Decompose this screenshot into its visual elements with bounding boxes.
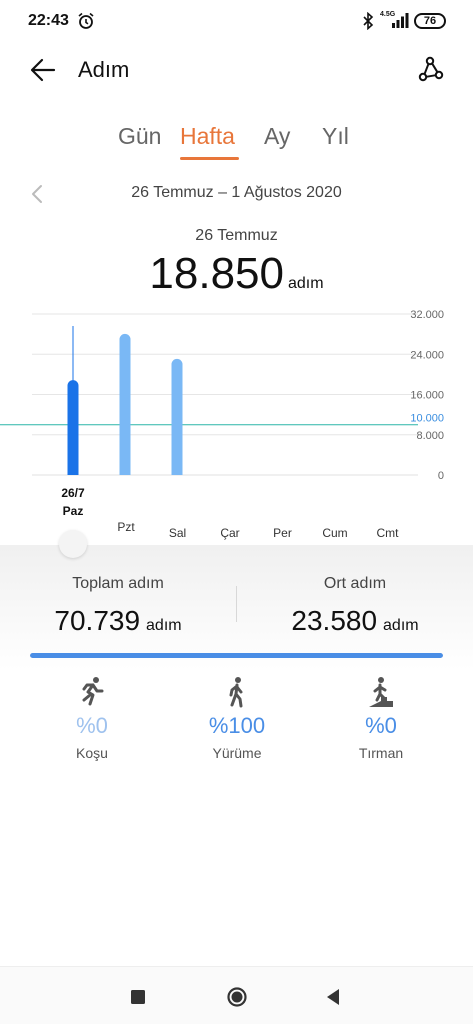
recent-apps-button[interactable] [127,986,149,1008]
running-icon [82,677,104,706]
goal-label: 10.000 [410,413,444,425]
weekly-steps-chart[interactable]: 32.000 24.000 16.000 8.000 0 10.000 26/7 Paz Pzt… [0,300,473,550]
page-title: Adım [78,57,130,82]
x-tick-label: Cum [322,526,347,540]
step-bar-pzt [119,333,131,475]
climbing-percent: %0 [365,713,397,738]
step-bar-sal [171,358,183,475]
step-bar-base [171,469,183,475]
tab-week[interactable]: Hafta [180,123,235,150]
x-tick-label: Per [273,526,292,540]
home-button[interactable] [226,986,248,1008]
signal-icon [392,13,409,28]
selected-step-count: 18.850 [149,249,284,298]
tab-month[interactable]: Ay [264,123,290,150]
status-bar: 22:43 4.5G 76 [0,0,473,44]
chart-scrubber-handle[interactable] [59,530,87,558]
x-tick-label: Çar [220,526,239,540]
activity-distribution-bar [30,653,443,658]
average-steps-value: 23.580 [291,605,378,636]
alarm-icon [78,12,94,29]
climbing-icon [369,677,393,707]
date-range: 26 Temmuz – 1 Ağustos 2020 [131,184,342,201]
period-tabs: Gün Hafta Ay Yıl [0,123,473,160]
average-steps-stat: Ort adım 23.580 adım [237,575,473,637]
step-bar-paz [67,380,79,475]
y-tick-label: 24.000 [410,349,444,361]
bluetooth-icon [363,12,374,30]
selected-value-group: 18.850 adım [0,249,473,299]
average-steps-unit: adım [383,617,419,634]
tab-day[interactable]: Gün [118,123,161,150]
x-tick-label: Cmt [377,526,400,540]
back-button[interactable] [28,55,58,85]
previous-period-button[interactable] [30,184,44,204]
average-steps-label: Ort adım [323,575,387,592]
battery-indicator: 76 [414,13,446,29]
selected-date: 26 Temmuz [195,227,278,244]
x-tick-label: Paz [63,504,84,518]
total-steps-label: Toplam adım [72,575,164,592]
activity-running: %0 Koşu [32,676,152,761]
total-steps-stat: Toplam adım 70.739 adım [0,575,236,637]
active-tab-indicator [180,157,239,160]
tab-year[interactable]: Yıl [322,123,349,150]
climbing-label: Tırman [358,745,404,761]
y-tick-label: 16.000 [410,390,444,402]
selected-date-label: 26/7 [61,486,85,500]
activity-walking: %100 Yürüme [177,676,297,761]
system-navigation-bar [0,966,473,1024]
selected-step-unit: adım [288,275,324,292]
status-time: 22:43 [28,12,69,29]
activity-climbing: %0 Tırman [321,676,441,761]
y-tick-label: 8.000 [416,430,444,442]
walking-percent: %100 [208,713,266,738]
y-tick-label: 0 [438,470,444,482]
total-steps-unit: adım [146,617,182,634]
running-label: Koşu [76,745,108,761]
step-bar-base [119,469,131,475]
step-bar-base [67,469,79,475]
walking-label: Yürüme [212,745,262,761]
x-tick-label: Pzt [117,520,135,534]
route-share-icon[interactable] [415,55,445,85]
walking-icon [229,677,243,708]
back-nav-button[interactable] [322,986,344,1008]
total-steps-value: 70.739 [54,605,141,636]
x-tick-label: Sal [169,526,186,540]
activity-distribution-fill [30,653,443,658]
y-tick-label: 32.000 [410,309,444,321]
running-percent: %0 [76,713,108,738]
